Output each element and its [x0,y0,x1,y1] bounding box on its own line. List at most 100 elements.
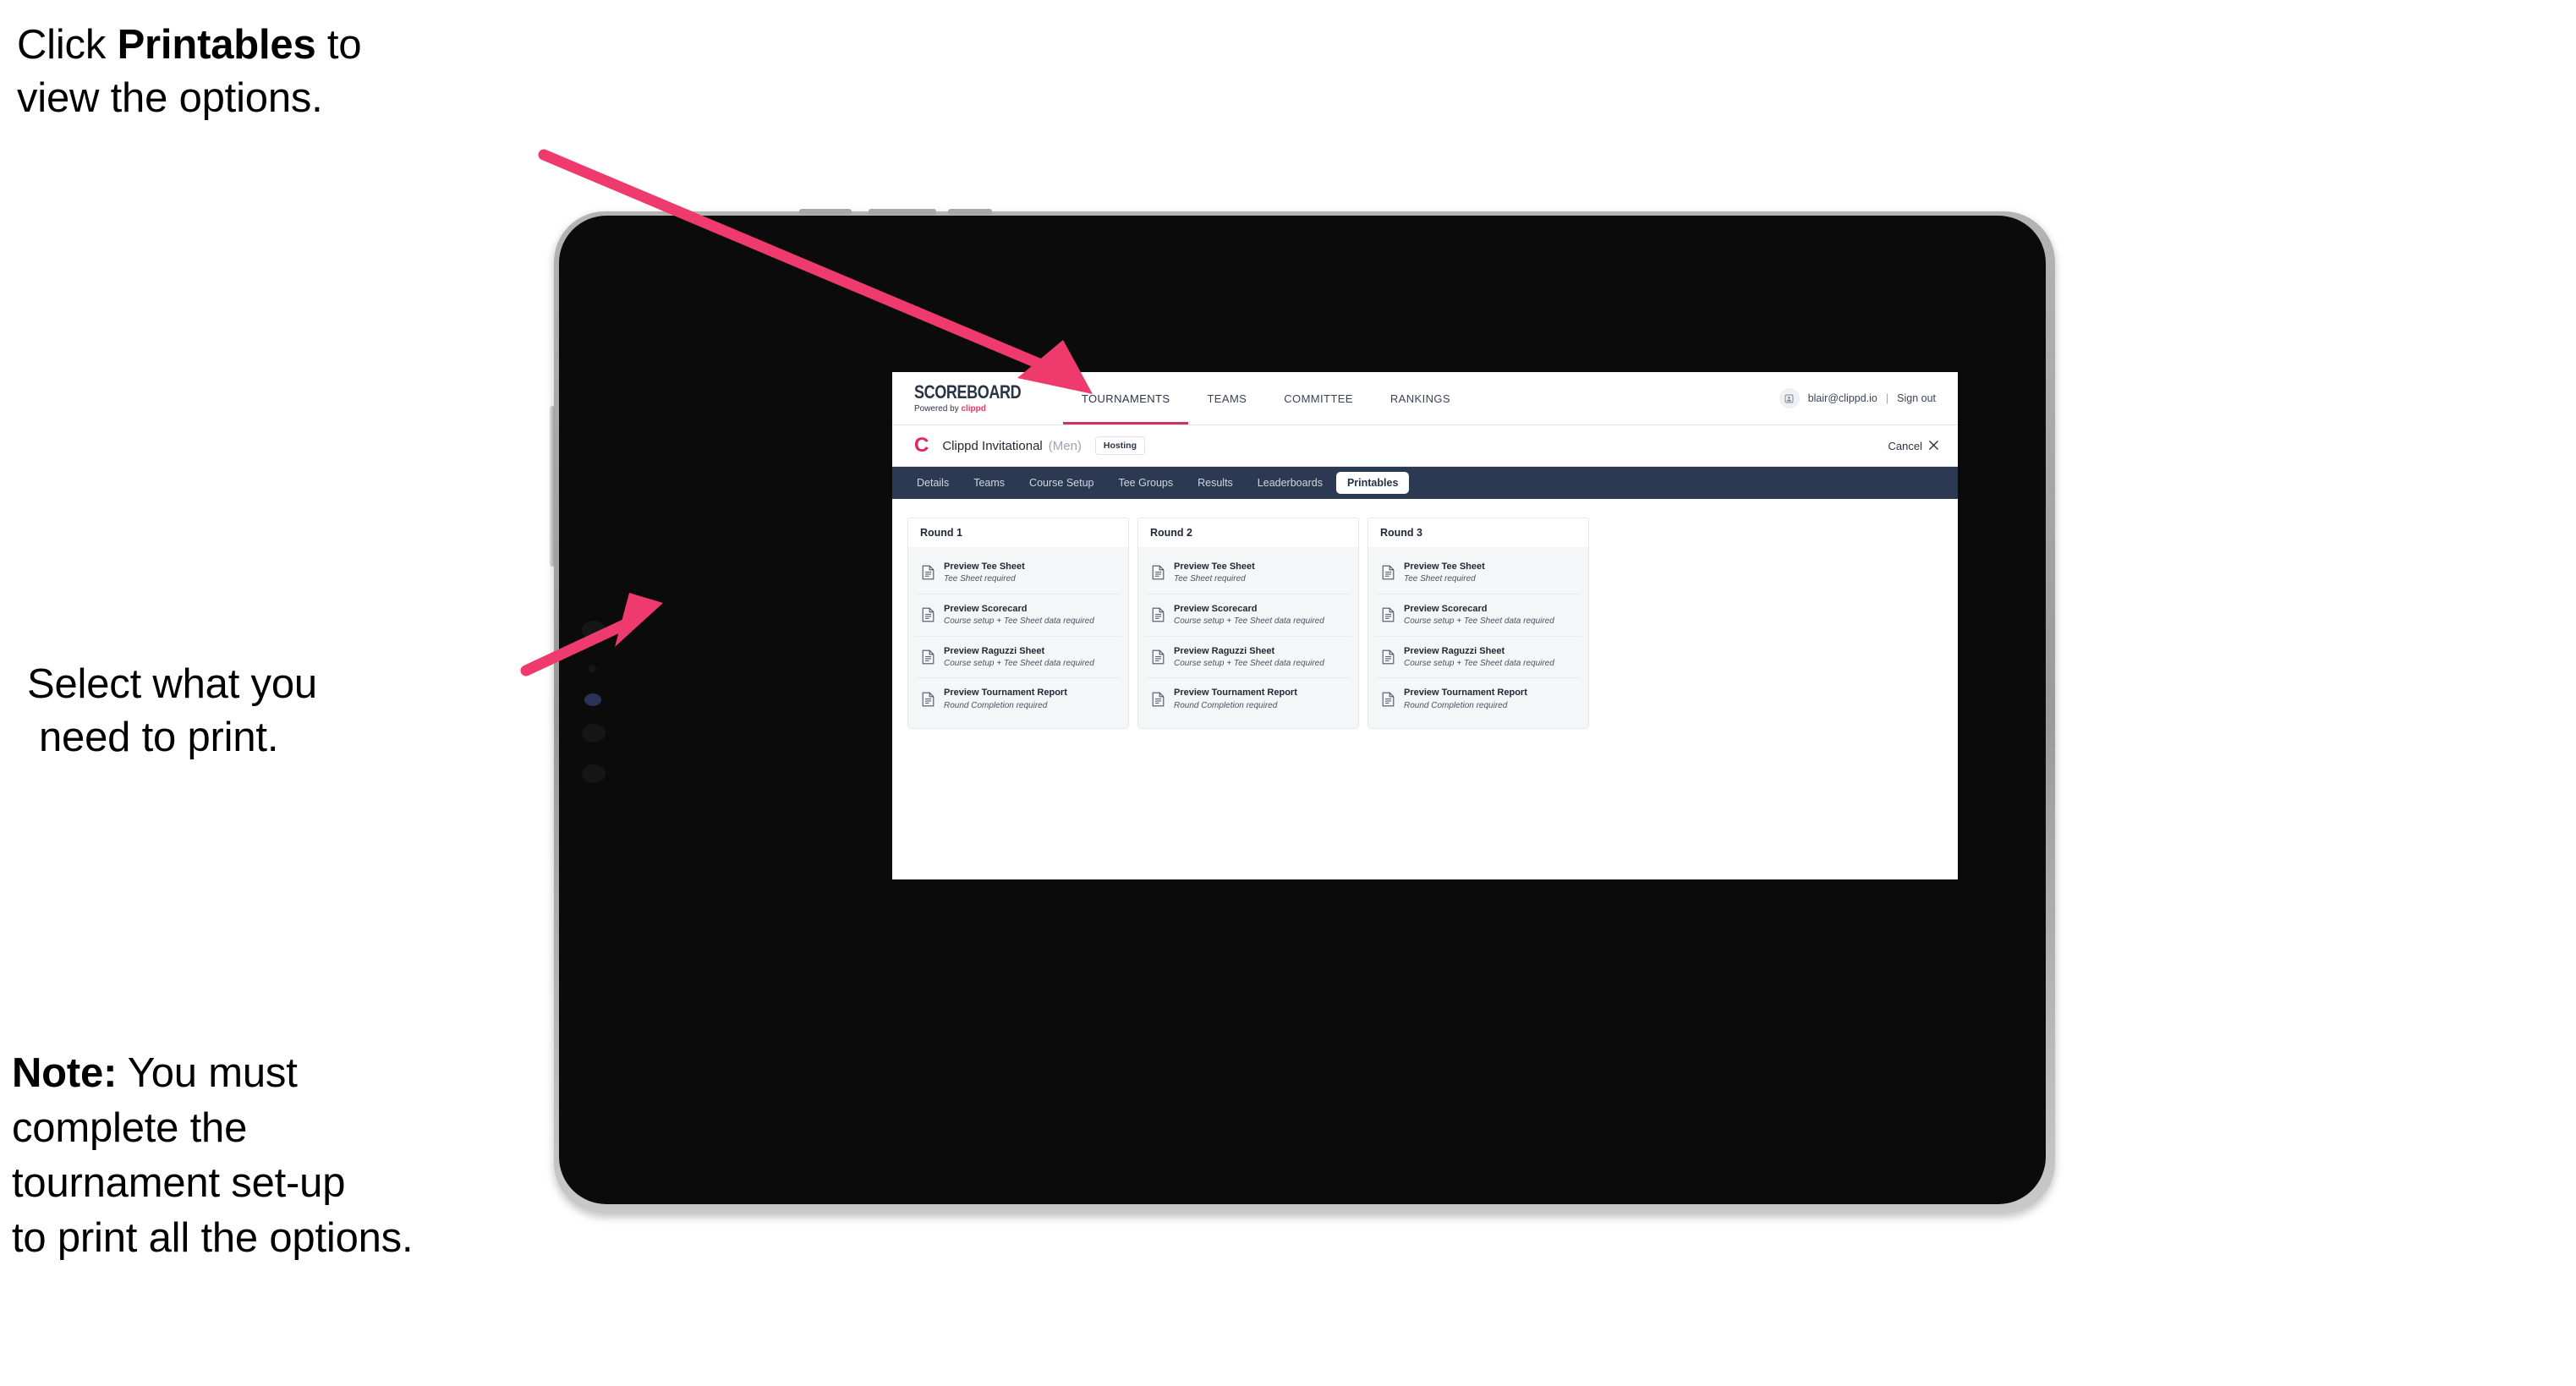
printables-content: Round 1 Preview Tee Sheet Tee Sheet requ… [892,499,1958,748]
list-item[interactable]: Preview Raguzzi Sheet Course setup + Tee… [1145,637,1351,679]
tournament-header: C Clippd Invitational (Men) Hosting Canc… [892,425,1958,467]
list-item[interactable]: Preview Raguzzi Sheet Course setup + Tee… [1375,637,1581,679]
tab-results[interactable]: Results [1187,472,1244,494]
list-item-title: Preview Tee Sheet [1174,562,1255,572]
list-item[interactable]: Preview Tee Sheet Tee Sheet required [1375,552,1581,594]
list-item[interactable]: Preview Tournament Report Round Completi… [1375,678,1581,720]
round-items: Preview Tee Sheet Tee Sheet required Pre… [908,547,1128,729]
tournament-tab-strip: Details Teams Course Setup Tee Groups Re… [892,467,1958,499]
nav-item-committee[interactable]: COMMITTEE [1265,372,1372,425]
brand-tagline-accent: clippd [961,403,986,414]
list-item-subtitle: Course setup + Tee Sheet data required [1174,616,1324,627]
callout-select-line1: Select what you [27,661,317,707]
list-item-text: Preview Tee Sheet Tee Sheet required [1174,561,1255,585]
tab-teams[interactable]: Teams [962,472,1016,494]
list-item-title: Preview Tournament Report [944,688,1067,698]
callout-note-bold: Note: [12,1050,118,1096]
top-navigation-bar: SCOREBOARD Powered by clippd TOURNAMENTS… [892,372,1958,425]
list-item-text: Preview Raguzzi Sheet Course setup + Tee… [1174,645,1324,670]
list-item[interactable]: Preview Scorecard Course setup + Tee She… [1375,594,1581,637]
tablet-side-button-3[interactable] [582,764,606,783]
list-item-text: Preview Scorecard Course setup + Tee She… [1174,603,1324,627]
tab-details[interactable]: Details [906,472,960,494]
scoreboard-logo[interactable]: SCOREBOARD Powered by clippd [892,372,1063,425]
list-item-subtitle: Course setup + Tee Sheet data required [944,658,1094,668]
document-icon [922,607,934,622]
clippd-logo-icon: C [914,434,929,457]
document-icon [1152,607,1165,622]
callout-click-printables: Click Printables to view the options. [17,19,558,124]
tab-course-setup[interactable]: Course Setup [1018,472,1104,494]
list-item-subtitle: Course setup + Tee Sheet data required [1404,616,1554,627]
list-item-text: Preview Tee Sheet Tee Sheet required [1404,561,1485,585]
tournament-name: Clippd Invitational [942,438,1043,453]
list-item-subtitle: Course setup + Tee Sheet data required [1174,658,1324,668]
callout-text-prefix: Click [17,22,118,68]
tablet-side-rail [550,406,555,567]
document-icon [1382,692,1395,707]
tablet-top-button-1[interactable] [799,209,852,215]
list-item-title: Preview Tournament Report [1404,688,1527,698]
tab-tee-groups[interactable]: Tee Groups [1107,472,1184,494]
list-item[interactable]: Preview Raguzzi Sheet Course setup + Tee… [915,637,1121,679]
round-title: Round 3 [1368,518,1588,547]
round-title: Round 2 [1138,518,1358,547]
document-icon [922,649,934,665]
list-item-subtitle: Round Completion required [1404,700,1508,710]
list-item-title: Preview Raguzzi Sheet [1174,645,1275,656]
list-item[interactable]: Preview Tee Sheet Tee Sheet required [915,552,1121,594]
app-screen: SCOREBOARD Powered by clippd TOURNAMENTS… [892,372,1958,879]
tournament-gender: (Men) [1048,438,1082,453]
tab-printables[interactable]: Printables [1335,472,1410,494]
brand-tagline-prefix: Powered by [914,403,962,414]
tablet-sensor-icon [584,693,601,706]
list-item[interactable]: Preview Tournament Report Round Completi… [915,678,1121,720]
round-title: Round 1 [908,518,1128,547]
list-item-subtitle: Tee Sheet required [944,574,1016,584]
tablet-camera-icon [589,665,596,672]
cancel-button-label: Cancel [1888,439,1922,452]
list-item-title: Preview Raguzzi Sheet [944,645,1045,656]
main-nav-items: TOURNAMENTS TEAMS COMMITTEE RANKINGS [1062,372,1469,425]
list-item-subtitle: Course setup + Tee Sheet data required [1404,658,1554,668]
nav-item-tournaments[interactable]: TOURNAMENTS [1062,372,1189,425]
list-item[interactable]: Preview Tee Sheet Tee Sheet required [1145,552,1351,594]
list-item-title: Preview Tournament Report [1174,688,1297,698]
list-item-subtitle: Tee Sheet required [1404,574,1476,584]
document-icon [1152,565,1165,580]
list-item-subtitle: Course setup + Tee Sheet data required [944,616,1094,627]
cancel-button[interactable]: Cancel [1888,440,1939,452]
nav-item-rankings[interactable]: RANKINGS [1372,372,1469,425]
tablet-side-button-2[interactable] [582,724,606,742]
user-account-area: blair@clippd.io | Sign out [1779,372,1958,425]
list-item-title: Preview Tee Sheet [1404,562,1485,572]
user-email: blair@clippd.io [1807,392,1877,404]
document-icon [1152,692,1165,707]
list-item-text: Preview Tournament Report Round Completi… [1174,687,1297,711]
close-icon [1928,440,1939,452]
user-avatar-icon[interactable] [1779,388,1800,408]
tablet-side-button-1[interactable] [582,621,606,639]
list-item-text: Preview Scorecard Course setup + Tee She… [944,603,1094,627]
tablet-top-button-2[interactable] [869,209,936,215]
nav-item-teams[interactable]: TEAMS [1188,372,1265,425]
brand-tagline: Powered by clippd [914,404,1038,414]
status-badge: Hosting [1094,436,1145,455]
list-item[interactable]: Preview Scorecard Course setup + Tee She… [1145,594,1351,637]
tab-leaderboards[interactable]: Leaderboards [1247,472,1334,494]
list-item-text: Preview Scorecard Course setup + Tee She… [1404,603,1554,627]
list-item[interactable]: Preview Tournament Report Round Completi… [1145,678,1351,720]
callout-select-print: Select what you need to print. [27,658,534,764]
list-item-title: Preview Tee Sheet [944,562,1025,572]
list-item-title: Preview Scorecard [1174,603,1258,614]
list-item-text: Preview Tournament Report Round Completi… [944,687,1067,711]
callout-text-bold: Printables [117,22,316,68]
tablet-top-button-3[interactable] [948,209,992,215]
list-item[interactable]: Preview Scorecard Course setup + Tee She… [915,594,1121,637]
list-item-subtitle: Round Completion required [1174,700,1278,710]
list-item-title: Preview Scorecard [944,603,1028,614]
list-item-subtitle: Tee Sheet required [1174,574,1246,584]
list-item-text: Preview Tee Sheet Tee Sheet required [944,561,1025,585]
sign-out-link[interactable]: Sign out [1897,392,1936,404]
list-item-title: Preview Raguzzi Sheet [1404,645,1505,656]
